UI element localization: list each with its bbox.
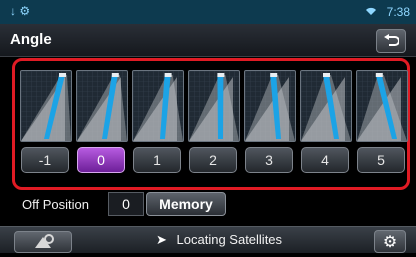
angle-option-button[interactable]: -1 <box>21 147 69 173</box>
gps-status: ➤ Locating Satellites <box>156 232 282 248</box>
bottom-bar: ➤ Locating Satellites ⚙ <box>0 226 416 253</box>
angle-preview <box>356 70 408 142</box>
off-position-label: Off Position <box>22 197 89 212</box>
angle-preview <box>20 70 72 142</box>
back-button[interactable] <box>376 29 406 53</box>
wifi-icon <box>365 5 380 19</box>
navigation-icon <box>35 234 54 248</box>
angle-option-button[interactable]: 3 <box>245 147 293 173</box>
angle-option-button[interactable]: 0 <box>77 147 125 173</box>
off-position-value: 0 <box>108 192 144 216</box>
gear-icon: ⚙ <box>382 233 398 251</box>
memory-button[interactable]: Memory <box>146 192 226 216</box>
angle-preview <box>188 70 240 142</box>
title-bar: Angle <box>0 24 416 57</box>
off-position-row: Off Position 0 Memory <box>0 190 416 218</box>
status-time: 7:38 <box>386 5 410 19</box>
angle-preview <box>300 70 352 142</box>
status-bar: ↓ ⚙ 7:38 <box>0 0 416 24</box>
settings-button[interactable]: ⚙ <box>374 230 406 253</box>
back-icon <box>384 34 399 46</box>
angle-preview <box>76 70 128 142</box>
angle-preview <box>244 70 296 142</box>
status-right: 7:38 <box>359 5 410 19</box>
angle-option-button[interactable]: 2 <box>189 147 237 173</box>
location-icon: ➤ <box>156 232 167 247</box>
page-title: Angle <box>10 31 52 48</box>
status-icons-left: ↓ ⚙ <box>10 4 31 18</box>
gps-status-text: Locating Satellites <box>176 232 283 247</box>
navigation-button[interactable] <box>14 231 72 253</box>
angle-option-button[interactable]: 5 <box>357 147 405 173</box>
angle-option-button[interactable]: 1 <box>133 147 181 173</box>
angle-option-button[interactable]: 4 <box>301 147 349 173</box>
angle-preview <box>132 70 184 142</box>
